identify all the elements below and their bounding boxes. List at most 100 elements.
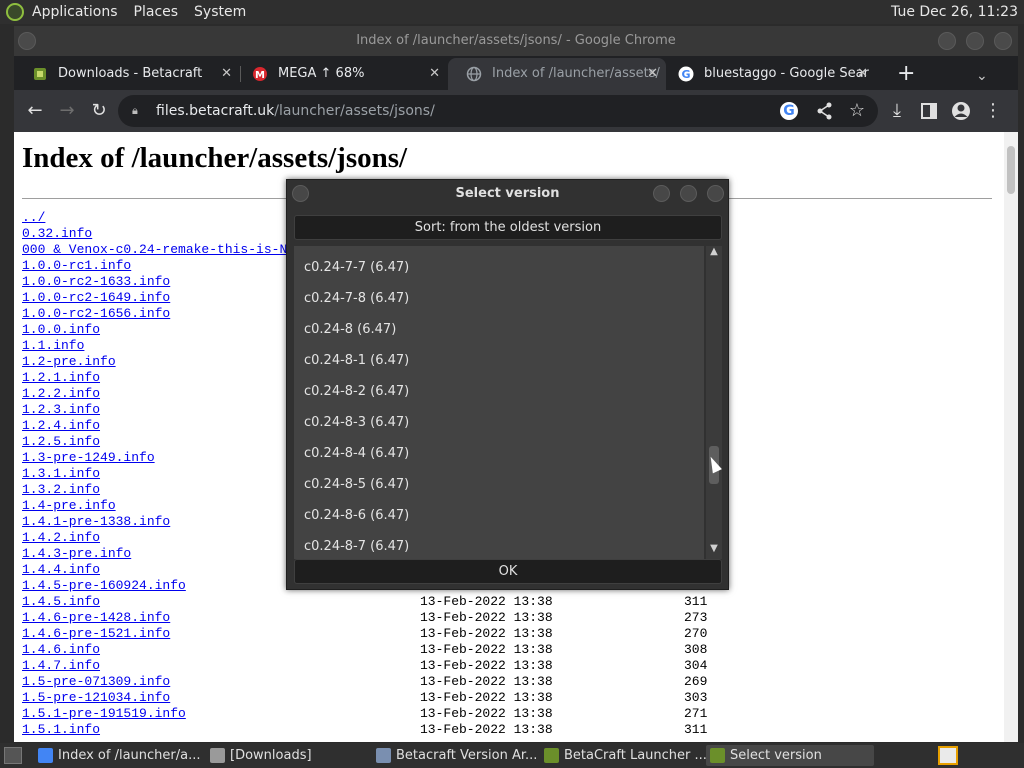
file-link[interactable]: 1.4.2.info: [22, 530, 100, 545]
google-lens-icon[interactable]: G: [780, 102, 798, 120]
ok-button[interactable]: OK: [294, 559, 722, 584]
file-link[interactable]: 1.3-pre-1249.info: [22, 450, 155, 465]
globe-icon: [466, 66, 482, 82]
file-link[interactable]: 1.2-pre.info: [22, 354, 116, 369]
dialog-minimize-button[interactable]: [653, 185, 670, 202]
file-link[interactable]: 1.5-pre-121034.info: [22, 690, 170, 705]
file-link[interactable]: 1.4.6-pre-1428.info: [22, 610, 170, 625]
tab-google-search[interactable]: G bluestaggo - Google Sear ✕: [660, 58, 876, 90]
file-link[interactable]: 1.2.5.info: [22, 434, 100, 449]
version-list-scrollbar[interactable]: ▲ ▼: [706, 246, 722, 559]
forward-arrow-icon[interactable]: →: [54, 98, 80, 124]
version-item[interactable]: c0.24-7-8 (6.47): [304, 291, 409, 306]
download-icon[interactable]: ⤓: [884, 98, 910, 124]
address-bar[interactable]: 🔒︎ files.betacraft.uk/launcher/assets/js…: [118, 95, 878, 127]
close-icon[interactable]: ✕: [647, 58, 658, 90]
file-size: 271: [684, 706, 708, 721]
taskbar-item[interactable]: Select version: [706, 745, 874, 766]
file-link[interactable]: 1.3.1.info: [22, 466, 100, 481]
window-menu-button[interactable]: [18, 32, 36, 50]
file-link[interactable]: 1.5-pre-071309.info: [22, 674, 170, 689]
version-item[interactable]: c0.24-8-4 (6.47): [304, 446, 409, 461]
distro-logo-icon[interactable]: [6, 3, 24, 21]
chevron-down-icon[interactable]: ▼: [706, 543, 722, 554]
taskbar-item-label: Betacraft Version Ar...: [396, 748, 538, 763]
file-link[interactable]: 1.4.7.info: [22, 658, 100, 673]
dialog-close-button[interactable]: [707, 185, 724, 202]
file-link[interactable]: 1.2.1.info: [22, 370, 100, 385]
file-link[interactable]: 1.0.0-rc2-1656.info: [22, 306, 170, 321]
close-window-button[interactable]: [994, 32, 1012, 50]
tab-mega[interactable]: M MEGA ↑ 68% ✕: [234, 58, 448, 90]
profile-avatar-icon[interactable]: [948, 98, 974, 124]
minimize-button[interactable]: [938, 32, 956, 50]
version-item[interactable]: c0.24-8 (6.47): [304, 322, 396, 337]
file-link[interactable]: 1.0.0.info: [22, 322, 100, 337]
reload-icon[interactable]: ↻: [86, 98, 112, 124]
tab-downloads-betacraft[interactable]: Downloads - Betacraft ✕: [14, 58, 240, 90]
menu-places[interactable]: Places: [126, 0, 187, 24]
file-link[interactable]: 0.32.info: [22, 226, 92, 241]
file-link[interactable]: ../: [22, 210, 45, 225]
tab-search-chevron-icon[interactable]: ⌄: [976, 60, 988, 92]
share-icon[interactable]: [812, 98, 838, 124]
file-link[interactable]: 1.3.2.info: [22, 482, 100, 497]
version-item[interactable]: c0.24-8-3 (6.47): [304, 415, 409, 430]
version-item[interactable]: c0.24-8-6 (6.47): [304, 508, 409, 523]
back-arrow-icon[interactable]: ←: [22, 98, 48, 124]
taskbar-item[interactable]: Index of /launcher/a...: [34, 745, 202, 766]
version-item[interactable]: c0.24-8-1 (6.47): [304, 353, 409, 368]
file-link[interactable]: 1.0.0-rc2-1633.info: [22, 274, 170, 289]
file-link[interactable]: 1.4.3-pre.info: [22, 546, 131, 561]
dialog-menu-button[interactable]: [292, 185, 309, 202]
version-item[interactable]: c0.24-8-7 (6.47): [304, 539, 409, 554]
version-item[interactable]: c0.24-7-7 (6.47): [304, 260, 409, 275]
dialog-maximize-button[interactable]: [680, 185, 697, 202]
file-link[interactable]: 000_&_Venox-c0.24-remake-this-is-N: [22, 242, 287, 257]
tab-index-launcher[interactable]: Index of /launcher/assets/ ✕: [448, 58, 666, 90]
version-item[interactable]: c0.24-8-2 (6.47): [304, 384, 409, 399]
file-link[interactable]: 1.4.5-pre-160924.info: [22, 578, 186, 593]
taskbar-item[interactable]: [Downloads]: [206, 745, 366, 766]
file-link[interactable]: 1.2.4.info: [22, 418, 100, 433]
file-size: 269: [684, 674, 708, 689]
file-link[interactable]: 1.4.1-pre-1338.info: [22, 514, 170, 529]
side-panel-icon[interactable]: [916, 98, 942, 124]
menu-system[interactable]: System: [186, 0, 254, 24]
page-scrollbar[interactable]: [1004, 132, 1018, 742]
taskbar-item[interactable]: BetaCraft Launcher ...: [540, 745, 706, 766]
file-link[interactable]: 1.0.0-rc1.info: [22, 258, 131, 273]
file-link[interactable]: 1.1.info: [22, 338, 84, 353]
workspace-switcher[interactable]: [938, 746, 958, 765]
file-link[interactable]: 1.2.2.info: [22, 386, 100, 401]
bookmark-star-icon[interactable]: ☆: [844, 98, 870, 124]
file-link[interactable]: 1.4.6-pre-1521.info: [22, 626, 170, 641]
file-row: 1.4.7.info 13-Feb-2022 13:38 304: [22, 658, 992, 674]
scrollbar-thumb[interactable]: [1007, 146, 1015, 194]
file-link[interactable]: 1.5.1-pre-191519.info: [22, 706, 186, 721]
file-link[interactable]: 1.0.0-rc2-1649.info: [22, 290, 170, 305]
sort-button[interactable]: Sort: from the oldest version: [294, 215, 722, 240]
file-link[interactable]: 1.4.6.info: [22, 642, 100, 657]
close-icon[interactable]: ✕: [221, 58, 232, 90]
google-icon: G: [678, 66, 694, 82]
close-icon[interactable]: ✕: [857, 58, 868, 90]
file-link[interactable]: 1.4.5.info: [22, 594, 100, 609]
clock[interactable]: Tue Dec 26, 11:23: [891, 0, 1018, 24]
kebab-menu-icon[interactable]: ⋮: [980, 98, 1006, 124]
version-list[interactable]: c0.24-7-7 (6.47) c0.24-7-8 (6.47) c0.24-8 …: [294, 246, 704, 559]
file-link[interactable]: 1.4.4.info: [22, 562, 100, 577]
tab-label: MEGA ↑ 68%: [278, 66, 365, 81]
new-tab-button[interactable]: +: [897, 58, 915, 90]
show-desktop-button[interactable]: [4, 747, 22, 764]
window-titlebar[interactable]: Index of /launcher/assets/jsons/ - Googl…: [14, 26, 1018, 56]
chevron-up-icon[interactable]: ▲: [706, 246, 722, 257]
file-link[interactable]: 1.2.3.info: [22, 402, 100, 417]
menu-applications[interactable]: Applications: [24, 0, 126, 24]
taskbar-item[interactable]: Betacraft Version Ar...: [372, 745, 538, 766]
maximize-button[interactable]: [966, 32, 984, 50]
file-link[interactable]: 1.5.1.info: [22, 722, 100, 737]
close-icon[interactable]: ✕: [429, 58, 440, 90]
file-link[interactable]: 1.4-pre.info: [22, 498, 116, 513]
version-item[interactable]: c0.24-8-5 (6.47): [304, 477, 409, 492]
